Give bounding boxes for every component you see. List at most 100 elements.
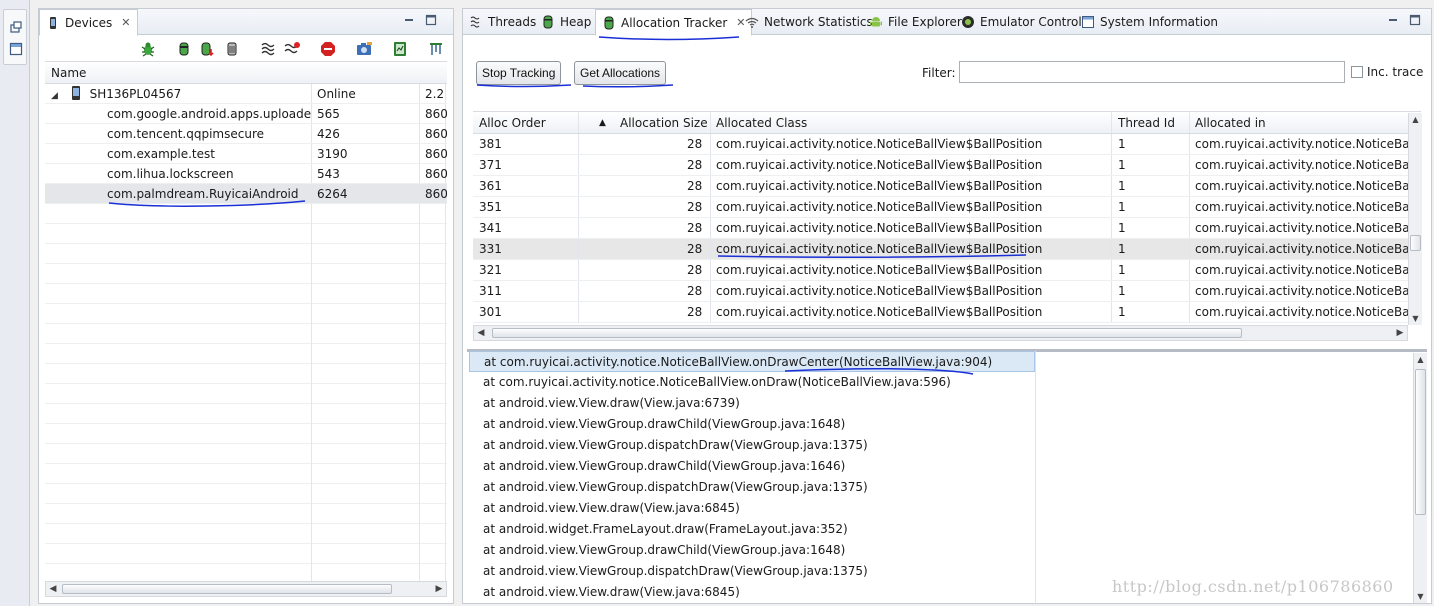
phone-icon (46, 16, 60, 30)
allocation-vertical-scrollbar[interactable]: ▲ ▼ (1408, 113, 1422, 325)
column-header-allocated-class[interactable]: Allocated Class (716, 112, 807, 134)
stack-frame[interactable]: at android.view.ViewGroup.drawChild(View… (469, 456, 1035, 477)
empty-row (45, 424, 447, 444)
stack-frame[interactable]: at android.widget.FrameLayout.draw(Frame… (469, 519, 1035, 540)
tab-heap[interactable]: Heap (535, 9, 597, 35)
stop-process-icon[interactable] (319, 40, 337, 58)
tab-emulator-control[interactable]: Emulator Control (955, 9, 1088, 35)
tab-file-explorer[interactable]: File Explorer (863, 9, 968, 35)
column-divider (578, 239, 579, 259)
maximize-icon[interactable] (425, 14, 437, 26)
scroll-left-arrow-icon[interactable]: ◀ (474, 326, 488, 340)
column-header-name[interactable]: Name (45, 62, 447, 84)
update-heap-icon[interactable] (175, 40, 193, 58)
stack-frame[interactable]: at com.ruyicai.activity.notice.NoticeBal… (469, 372, 1035, 393)
stack-frame[interactable]: at android.view.View.draw(View.java:6845… (469, 582, 1035, 601)
start-method-profiling-icon[interactable] (283, 40, 301, 58)
stack-frame[interactable]: at android.view.ViewGroup.drawChild(View… (469, 414, 1035, 435)
debug-bug-icon[interactable] (139, 40, 157, 58)
stack-frame[interactable]: at android.view.View.draw(View.java:6739… (469, 393, 1035, 414)
scroll-left-arrow-icon[interactable]: ◀ (46, 582, 60, 596)
systrace-icon[interactable] (391, 40, 409, 58)
stack-frame[interactable]: at android.view.ViewGroup.dispatchDraw(V… (469, 477, 1035, 498)
stack-vertical-scrollbar[interactable]: ▲ ▼ (1413, 353, 1427, 603)
scroll-up-arrow-icon[interactable]: ▲ (1409, 115, 1422, 124)
allocation-row[interactable]: 341 28 com.ruyicai.activity.notice.Notic… (473, 218, 1421, 239)
screen-capture-icon[interactable] (355, 40, 373, 58)
stop-tracking-button[interactable]: Stop Tracking (476, 61, 562, 85)
allocation-row[interactable]: 361 28 com.ruyicai.activity.notice.Notic… (473, 176, 1421, 197)
allocation-row[interactable]: 381 28 com.ruyicai.activity.notice.Notic… (473, 134, 1421, 155)
allocation-row[interactable]: 321 28 com.ruyicai.activity.notice.Notic… (473, 260, 1421, 281)
scroll-right-arrow-icon[interactable]: ▶ (432, 582, 446, 596)
inc-trace-checkbox[interactable] (1351, 66, 1363, 78)
column-divider (1111, 218, 1112, 238)
cause-gc-icon[interactable] (223, 40, 241, 58)
scrollbar-thumb[interactable] (62, 584, 392, 594)
process-row-selected[interactable]: com.palmdream.RuyicaiAndroid 6264 860 (45, 184, 447, 204)
allocated-in: com.ruyicai.activity.notice.NoticeBallV (1195, 263, 1421, 277)
devices-horizontal-scrollbar[interactable]: ◀ ▶ (45, 581, 447, 597)
process-pid: 565 (317, 107, 340, 121)
process-row[interactable]: com.example.test 3190 860 (45, 144, 447, 164)
tab-allocation-tracker[interactable]: Allocation Tracker ✕ (595, 9, 753, 36)
tab-threads[interactable]: Threads (463, 9, 542, 35)
alloc-size: 28 (687, 305, 703, 319)
tab-emulator-control-label: Emulator Control (980, 15, 1082, 29)
stack-frame[interactable]: at android.view.ViewGroup.dispatchDraw(V… (469, 435, 1035, 456)
column-header-thread-id[interactable]: Thread Id (1118, 112, 1175, 134)
allocation-row[interactable]: 311 28 com.ruyicai.activity.notice.Notic… (473, 281, 1421, 302)
scrollbar-thumb[interactable] (1415, 369, 1426, 515)
column-divider (1189, 197, 1190, 217)
allocation-row[interactable]: 371 28 com.ruyicai.activity.notice.Notic… (473, 155, 1421, 176)
restore-icon[interactable] (9, 20, 23, 34)
column-divider (578, 112, 579, 133)
column-divider (1189, 155, 1190, 175)
scroll-down-arrow-icon[interactable]: ▼ (1414, 592, 1427, 601)
allocation-cylinder-icon (602, 16, 616, 30)
column-divider (1189, 302, 1190, 322)
hierarchy-dump-icon[interactable] (427, 40, 445, 58)
minimized-view-icon[interactable] (9, 42, 23, 56)
empty-row (45, 324, 447, 344)
stack-frame[interactable]: at android.view.ViewGroup.drawChild(View… (469, 540, 1035, 561)
stack-frame[interactable]: at android.view.View.draw(View.java:6845… (469, 498, 1035, 519)
minimize-icon[interactable] (1387, 14, 1399, 26)
scroll-right-arrow-icon[interactable]: ▶ (1393, 326, 1407, 340)
process-name: com.lihua.lockscreen (107, 167, 234, 181)
allocation-row[interactable]: 301 28 com.ruyicai.activity.notice.Notic… (473, 302, 1421, 323)
device-row[interactable]: ◢ SH136PL04567 Online 2.2 (45, 84, 447, 104)
process-row[interactable]: com.lihua.lockscreen 543 860 (45, 164, 447, 184)
stack-frame[interactable]: at android.view.ViewGroup.dispatchDraw(V… (469, 561, 1035, 582)
tab-system-information[interactable]: System Information (1075, 9, 1224, 35)
column-header-allocated-in[interactable]: Allocated in (1195, 112, 1266, 134)
scroll-up-arrow-icon[interactable]: ▲ (1414, 355, 1427, 364)
expand-triangle-icon[interactable]: ◢ (51, 91, 58, 101)
process-row[interactable]: com.google.android.apps.uploade 565 860 (45, 104, 447, 124)
maximize-icon[interactable] (1409, 14, 1421, 26)
column-header-allocation-size[interactable]: Allocation Size (620, 112, 708, 134)
scrollbar-thumb[interactable] (1410, 235, 1421, 251)
column-header-alloc-order[interactable]: Alloc Order (479, 112, 546, 134)
filter-input[interactable] (959, 61, 1345, 83)
dump-hprof-icon[interactable] (199, 40, 217, 58)
process-row[interactable]: com.tencent.qqpimsecure 426 860 (45, 124, 447, 144)
allocation-row-selected[interactable]: 331 28 com.ruyicai.activity.notice.Notic… (473, 239, 1421, 260)
stack-frame-selected[interactable]: at com.ruyicai.activity.notice.NoticeBal… (469, 351, 1035, 372)
empty-row (45, 544, 447, 564)
tab-devices[interactable]: Devices ✕ (39, 9, 138, 36)
get-allocations-button[interactable]: Get Allocations (574, 61, 667, 85)
alloc-size: 28 (687, 179, 703, 193)
scroll-down-arrow-icon[interactable]: ▼ (1409, 314, 1422, 323)
window-icon (1081, 15, 1095, 29)
allocation-horizontal-scrollbar[interactable]: ◀ ▶ (473, 325, 1408, 341)
thread-id: 1 (1118, 221, 1126, 235)
tab-network-statistics[interactable]: Network Statistics (739, 9, 879, 35)
allocation-row[interactable]: 351 28 com.ruyicai.activity.notice.Notic… (473, 197, 1421, 218)
column-divider (1111, 302, 1112, 322)
close-icon[interactable]: ✕ (121, 16, 130, 29)
update-threads-icon[interactable] (259, 40, 277, 58)
thread-id: 1 (1118, 263, 1126, 277)
minimize-icon[interactable] (403, 14, 415, 26)
scrollbar-thumb[interactable] (492, 328, 1242, 338)
